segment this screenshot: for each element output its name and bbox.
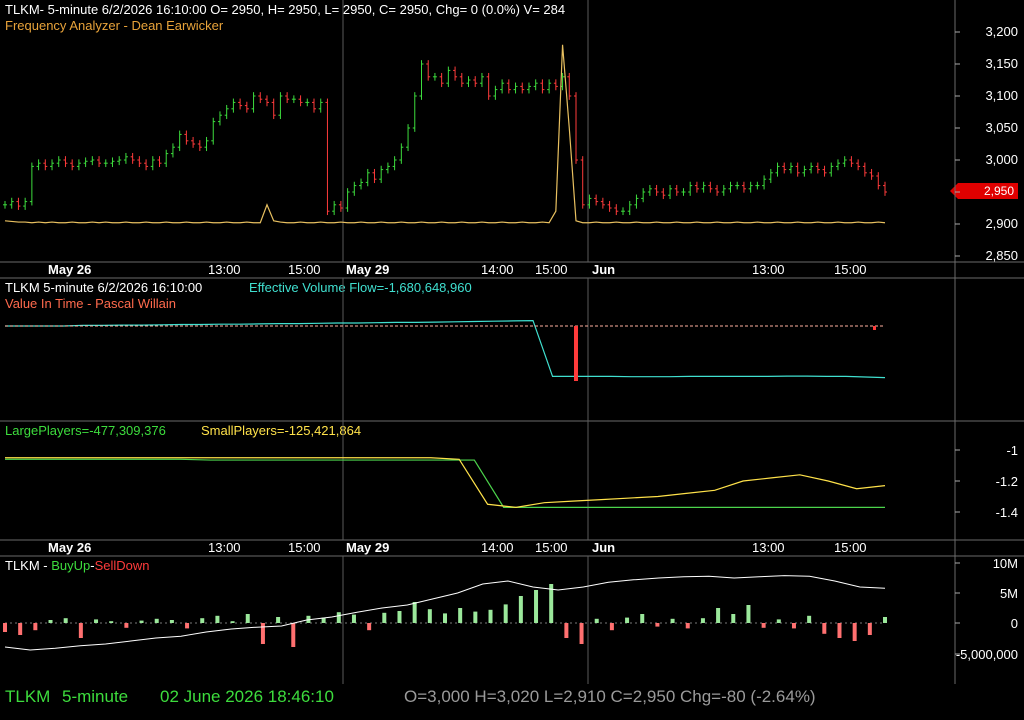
- buyup-bar: [154, 618, 159, 623]
- selldown-bar: [260, 623, 265, 644]
- buyup-bar: [351, 614, 356, 623]
- buyup-bar: [534, 590, 539, 623]
- buyup-bar: [276, 617, 281, 623]
- buyup-bar: [488, 609, 493, 623]
- buyup-bar: [169, 620, 174, 623]
- footer-symbol: TLKM: [5, 687, 51, 706]
- selldown-bar: [685, 623, 690, 629]
- buyup-bar: [94, 619, 99, 623]
- selldown-bar: [579, 623, 584, 644]
- value-in-time-bar: [574, 326, 578, 381]
- value-in-time-bar: [873, 326, 876, 330]
- buyup-bar: [109, 621, 114, 623]
- buyup-bar: [200, 618, 205, 623]
- buyup-bar: [670, 618, 675, 623]
- buyup-bar: [883, 617, 887, 623]
- selldown-bar: [124, 623, 129, 628]
- selldown-bar: [564, 623, 569, 638]
- buyup-bar: [427, 609, 432, 623]
- buyup-bar: [625, 617, 630, 623]
- buyup-bar: [412, 602, 417, 623]
- buyup-bar: [716, 608, 721, 623]
- large-players-line: [5, 458, 885, 508]
- buyup-bar: [503, 604, 508, 623]
- selldown-bar: [367, 623, 372, 631]
- buyup-bar: [807, 615, 812, 623]
- selldown-bar: [822, 623, 827, 634]
- buyup-selldown-cumulative-line: [4, 575, 886, 651]
- selldown-bar: [867, 623, 872, 635]
- buyup-bar: [230, 621, 235, 623]
- buyup-bar: [139, 620, 144, 623]
- evf-line: [5, 319, 886, 379]
- buyup-bar: [382, 612, 387, 623]
- buyup-bar: [746, 605, 751, 623]
- selldown-bar: [852, 623, 857, 641]
- selldown-bar: [761, 623, 766, 628]
- frequency-analyzer-line: [4, 44, 886, 224]
- selldown-bar: [609, 623, 614, 631]
- buyup-bar: [215, 615, 220, 623]
- buyup-bar: [458, 608, 463, 623]
- status-footer: TLKM 5-minute 02 June 2026 18:46:10 O=3,…: [0, 684, 1024, 720]
- selldown-bar: [837, 623, 842, 638]
- buyup-bar: [640, 614, 645, 623]
- chart-canvas: [0, 0, 1024, 684]
- buyup-bar: [48, 620, 53, 623]
- buyup-bar: [776, 619, 781, 623]
- selldown-bar: [3, 623, 7, 632]
- selldown-bar: [33, 623, 38, 631]
- selldown-bar: [291, 623, 296, 647]
- footer-interval: 5-minute: [62, 687, 129, 706]
- buyup-bar: [443, 613, 447, 623]
- buyup-bar: [518, 596, 523, 623]
- buyup-bar: [473, 611, 478, 623]
- buyup-bar: [397, 611, 402, 623]
- selldown-bar: [18, 623, 23, 635]
- buyup-bar: [549, 584, 554, 623]
- selldown-bar: [185, 623, 190, 629]
- small-players-line: [5, 457, 886, 508]
- selldown-bar: [655, 623, 660, 627]
- buyup-bar: [700, 618, 705, 623]
- buyup-bar: [336, 612, 341, 623]
- buyup-bar: [245, 614, 250, 623]
- footer-datetime: 02 June 2026 18:46:10: [160, 687, 334, 706]
- buyup-bar: [63, 618, 68, 623]
- selldown-bar: [78, 623, 83, 638]
- footer-ohlc: O=3,000 H=3,020 L=2,910 C=2,950 Chg=-80 …: [404, 687, 816, 706]
- buyup-bar: [731, 614, 736, 623]
- selldown-bar: [791, 623, 796, 629]
- buyup-bar: [594, 618, 599, 623]
